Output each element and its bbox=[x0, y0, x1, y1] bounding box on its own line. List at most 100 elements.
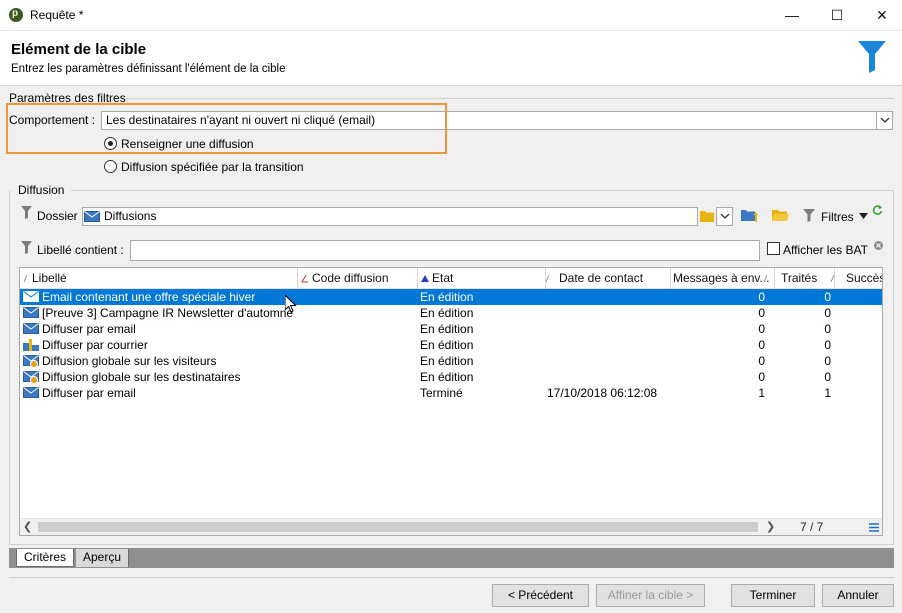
sort-marker-icon bbox=[830, 275, 835, 282]
column-header-contact-date[interactable]: Date de contact bbox=[546, 268, 671, 289]
caret-down-icon[interactable] bbox=[859, 213, 868, 219]
finish-button[interactable]: Terminer bbox=[731, 584, 815, 607]
folder-dropdown-button[interactable] bbox=[716, 207, 733, 226]
funnel-icon bbox=[858, 41, 886, 73]
table-row[interactable]: Diffusion globale sur les visiteurs En éd… bbox=[20, 353, 882, 369]
cell-status: En édition bbox=[420, 290, 474, 304]
page-title: Elément de la cible bbox=[11, 41, 147, 58]
table-row[interactable]: Diffuser par email En édition 0 0 bbox=[20, 321, 882, 337]
cancel-button[interactable]: Annuler bbox=[822, 584, 894, 607]
cell-processed: 0 bbox=[824, 370, 831, 384]
refresh-icon[interactable] bbox=[872, 204, 883, 215]
page-header: Elément de la cible Entrez les paramètre… bbox=[0, 31, 902, 86]
record-count: 7 / 7 bbox=[800, 520, 824, 534]
table-row[interactable]: [Preuve 3] Campagne IR Newsletter d'auto… bbox=[20, 305, 882, 321]
window-title: Requête * bbox=[30, 8, 84, 22]
filter-icon bbox=[21, 241, 32, 254]
label-contains-input[interactable] bbox=[130, 240, 760, 261]
cell-messages: 0 bbox=[758, 370, 765, 384]
cell-label: Diffuser par email bbox=[42, 386, 136, 400]
page-subtitle: Entrez les paramètres définissant l'élém… bbox=[11, 63, 286, 75]
column-header-messages[interactable]: Messages à env... bbox=[671, 268, 775, 289]
table-row[interactable]: Diffuser par courrier En édition 0 0 bbox=[20, 337, 882, 353]
cell-messages: 1 bbox=[758, 386, 765, 400]
app-icon: p bbox=[9, 8, 23, 22]
diffusion-group-label: Diffusion bbox=[18, 183, 65, 197]
column-header-status[interactable]: Etat bbox=[418, 268, 546, 289]
table-header: Libellé Code diffusion Etat Date de cont… bbox=[20, 268, 882, 289]
filter-icon[interactable] bbox=[803, 209, 815, 222]
close-button[interactable]: ✕ bbox=[860, 0, 902, 31]
show-bat-checkbox[interactable] bbox=[767, 242, 780, 255]
table-footer: ❮ ❯ 7 / 7 bbox=[20, 518, 882, 535]
highlight-box bbox=[6, 103, 447, 154]
chevron-down-icon[interactable] bbox=[876, 111, 893, 130]
cell-status: En édition bbox=[420, 306, 474, 320]
cell-status: Terminé bbox=[420, 386, 463, 400]
column-header-success[interactable]: Succès bbox=[835, 268, 882, 289]
table-row[interactable]: Diffusion globale sur les destinataires E… bbox=[20, 369, 882, 385]
group-border bbox=[893, 190, 894, 545]
cell-status: En édition bbox=[420, 338, 474, 352]
deliveries-table: Libellé Code diffusion Etat Date de cont… bbox=[19, 267, 883, 536]
cell-messages: 0 bbox=[758, 322, 765, 336]
divider bbox=[71, 190, 894, 191]
tab-preview[interactable]: Aperçu bbox=[76, 549, 130, 567]
filters-button[interactable]: Filtres bbox=[821, 210, 854, 224]
envelope-icon bbox=[84, 211, 100, 222]
cell-status: En édition bbox=[420, 322, 474, 336]
folder-up-icon[interactable] bbox=[741, 208, 758, 223]
cell-messages: 0 bbox=[758, 354, 765, 368]
scroll-left-icon[interactable]: ❮ bbox=[23, 520, 32, 533]
tab-criteria[interactable]: Critères bbox=[16, 549, 75, 567]
clear-icon[interactable] bbox=[874, 241, 883, 250]
horizontal-scrollbar-thumb[interactable] bbox=[38, 522, 758, 532]
refine-target-button[interactable]: Affiner la cible > bbox=[596, 584, 705, 607]
cell-processed: 0 bbox=[824, 354, 831, 368]
show-bat-label[interactable]: Afficher les BAT bbox=[783, 243, 868, 257]
cell-label: [Preuve 3] Campagne IR Newsletter d'auto… bbox=[42, 306, 294, 320]
sort-ascending-icon bbox=[421, 275, 429, 282]
list-menu-icon[interactable] bbox=[869, 523, 879, 532]
folder-label: Dossier : bbox=[37, 209, 85, 223]
sort-marker-icon bbox=[23, 275, 28, 282]
divider bbox=[9, 577, 894, 578]
cell-contact-date: 17/10/2018 06:12:08 bbox=[547, 386, 658, 400]
sort-marker-icon bbox=[301, 275, 308, 283]
cell-label: Diffuser par email bbox=[42, 322, 136, 336]
previous-button[interactable]: < Précédent bbox=[492, 584, 589, 607]
radio-transition-delivery-label[interactable]: Diffusion spécifiée par la transition bbox=[121, 160, 304, 174]
mouse-cursor-icon bbox=[285, 295, 297, 313]
group-border bbox=[9, 544, 894, 545]
cell-label: Diffuser par courrier bbox=[42, 338, 148, 352]
cell-processed: 1 bbox=[824, 386, 831, 400]
cell-processed: 0 bbox=[824, 306, 831, 320]
label-contains-label: Libellé contient : bbox=[37, 243, 124, 257]
cell-processed: 0 bbox=[824, 338, 831, 352]
table-row[interactable]: Email contenant une offre spéciale hiver… bbox=[20, 289, 882, 305]
cell-status: En édition bbox=[420, 354, 474, 368]
divider bbox=[125, 98, 894, 99]
maximize-button[interactable]: ☐ bbox=[815, 0, 859, 31]
open-folder-icon[interactable] bbox=[772, 209, 789, 222]
table-row[interactable]: Diffuser par email Terminé 17/10/2018 06:1… bbox=[20, 385, 882, 401]
group-border bbox=[9, 190, 10, 545]
sort-marker-icon bbox=[545, 275, 550, 282]
cell-status: En édition bbox=[420, 370, 474, 384]
email-icon bbox=[23, 387, 39, 404]
cell-label: Email contenant une offre spéciale hiver bbox=[42, 290, 256, 304]
scroll-right-icon[interactable]: ❯ bbox=[766, 520, 775, 533]
folder-input[interactable]: Diffusions bbox=[82, 207, 698, 226]
tab-strip bbox=[9, 548, 894, 568]
minimize-button[interactable]: — bbox=[770, 0, 814, 31]
column-header-code[interactable]: Code diffusion bbox=[298, 268, 418, 289]
cell-label: Diffusion globale sur les destinataires bbox=[42, 370, 241, 384]
title-bar: p Requête * — ☐ ✕ bbox=[0, 0, 902, 31]
folder-icon[interactable] bbox=[700, 210, 714, 222]
filter-icon bbox=[21, 206, 32, 219]
column-header-label[interactable]: Libellé bbox=[20, 268, 298, 289]
sort-marker-icon bbox=[763, 275, 768, 282]
column-header-processed[interactable]: Traités bbox=[775, 268, 835, 289]
radio-transition-delivery[interactable] bbox=[104, 160, 117, 173]
cell-messages: 0 bbox=[758, 306, 765, 320]
